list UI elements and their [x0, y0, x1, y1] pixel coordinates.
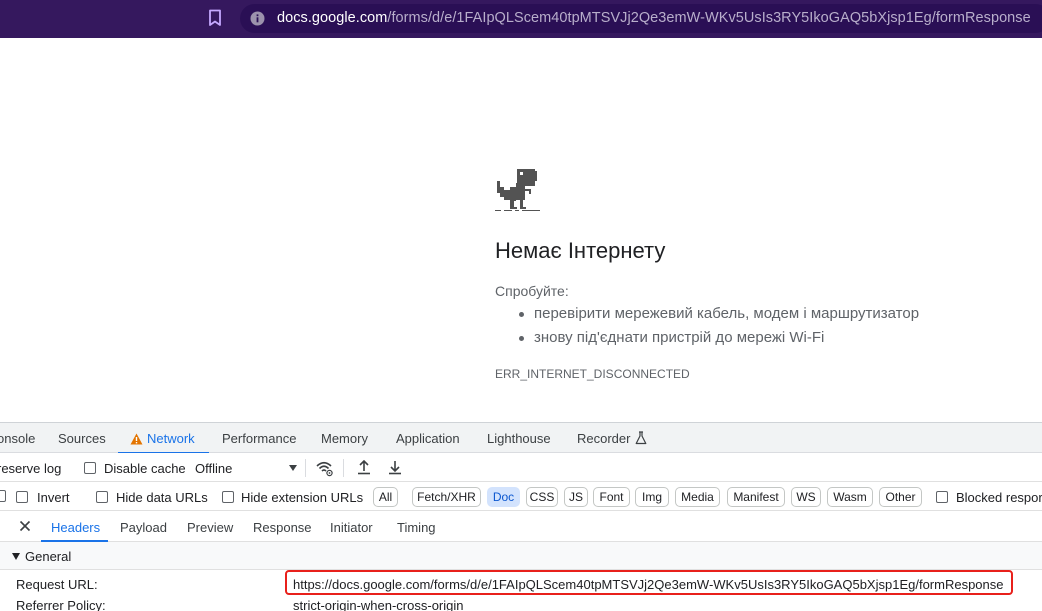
- browser-toolbar: docs.google.com/forms/d/e/1FAIpQLScem40t…: [0, 0, 1042, 38]
- url-text[interactable]: docs.google.com/forms/d/e/1FAIpQLScem40t…: [277, 10, 1031, 26]
- network-conditions-icon[interactable]: [315, 459, 333, 477]
- filter-chip-manifest[interactable]: Manifest: [727, 487, 785, 507]
- filter-chip-media[interactable]: Media: [675, 487, 720, 507]
- toolbar-divider: [343, 459, 344, 477]
- hide-extension-urls-checkbox[interactable]: [222, 491, 234, 503]
- filter-chip-other[interactable]: Other: [879, 487, 922, 507]
- blocked-requests-checkbox[interactable]: [936, 491, 948, 503]
- request-url-label: Request URL:: [16, 577, 98, 592]
- tab-performance[interactable]: Performance: [222, 431, 296, 446]
- devtools-tab-bar: onsole Sources Network Performance Memor…: [0, 422, 1042, 454]
- filter-chip-font[interactable]: Font: [593, 487, 630, 507]
- try-label: Спробуйте:: [495, 283, 569, 299]
- tab-payload[interactable]: Payload: [120, 520, 167, 535]
- hide-data-urls-checkbox[interactable]: [96, 491, 108, 503]
- filter-chip-fetch-xhr[interactable]: Fetch/XHR: [412, 487, 481, 507]
- filter-bar: Invert Hide data URLs Hide extension URL…: [0, 482, 1042, 511]
- experiment-flask-icon: [635, 431, 647, 445]
- filter-chip-all[interactable]: All: [373, 487, 398, 507]
- toolbar-divider: [305, 459, 306, 477]
- referrer-policy-value[interactable]: strict-origin-when-cross-origin: [293, 598, 464, 611]
- disable-cache-checkbox[interactable]: [84, 462, 96, 474]
- hide-data-urls-label[interactable]: Hide data URLs: [116, 490, 208, 505]
- filter-chip-img[interactable]: Img: [635, 487, 669, 507]
- invert-label[interactable]: Invert: [37, 490, 70, 505]
- filter-chip-wasm[interactable]: Wasm: [827, 487, 873, 507]
- url-host: docs.google.com: [277, 10, 388, 26]
- referrer-policy-label: Referrer Policy:: [16, 598, 106, 611]
- tab-timing[interactable]: Timing: [397, 520, 436, 535]
- general-section-label: General: [25, 549, 72, 564]
- chevron-down-icon[interactable]: [289, 465, 297, 471]
- tab-network[interactable]: Network: [147, 431, 195, 446]
- error-title: Немає Інтернету: [495, 238, 666, 263]
- network-toolbar: reserve log Disable cache Offline: [0, 453, 1042, 482]
- filter-chip-doc[interactable]: Doc: [487, 487, 520, 507]
- tab-memory[interactable]: Memory: [321, 431, 368, 446]
- request-details-tabs: Headers Payload Preview Response Initiat…: [0, 511, 1042, 542]
- suggestion-item: знову під'єднати пристрій до мережі Wi-F…: [515, 328, 919, 352]
- dinosaur-icon[interactable]: [495, 167, 543, 212]
- bookmark-icon[interactable]: [208, 9, 222, 27]
- blocked-requests-label[interactable]: Blocked respor: [956, 490, 1042, 505]
- tab-console[interactable]: onsole: [0, 431, 35, 446]
- suggestion-item: перевірити мережевий кабель, модем і мар…: [515, 304, 919, 328]
- filter-chip-ws[interactable]: WS: [791, 487, 821, 507]
- tab-response[interactable]: Response: [253, 520, 312, 535]
- tab-lighthouse[interactable]: Lighthouse: [487, 431, 551, 446]
- general-section-header[interactable]: General: [0, 542, 1042, 570]
- disable-cache-label[interactable]: Disable cache: [104, 461, 186, 476]
- filter-chip-js[interactable]: JS: [564, 487, 588, 507]
- tab-headers[interactable]: Headers: [51, 520, 100, 535]
- throttling-select[interactable]: Offline: [195, 461, 232, 476]
- tab-preview[interactable]: Preview: [187, 520, 233, 535]
- preserve-log-label[interactable]: reserve log: [0, 461, 61, 476]
- address-bar[interactable]: docs.google.com/forms/d/e/1FAIpQLScem40t…: [240, 4, 1042, 33]
- devtools-panel: onsole Sources Network Performance Memor…: [0, 422, 1042, 611]
- warning-icon: [130, 433, 143, 445]
- tab-recorder[interactable]: Recorder: [577, 431, 630, 446]
- tab-initiator[interactable]: Initiator: [330, 520, 373, 535]
- upload-import-icon[interactable]: [355, 458, 373, 476]
- site-info-icon[interactable]: [250, 11, 265, 26]
- suggestions-list: перевірити мережевий кабель, модем і мар…: [515, 304, 919, 352]
- highlight-annotation: [285, 570, 1013, 595]
- filter-input-edge[interactable]: [0, 490, 6, 502]
- tab-sources[interactable]: Sources: [58, 431, 106, 446]
- download-export-icon[interactable]: [386, 458, 404, 476]
- error-code: ERR_INTERNET_DISCONNECTED: [495, 367, 690, 381]
- hide-extension-urls-label[interactable]: Hide extension URLs: [241, 490, 363, 505]
- invert-checkbox[interactable]: [16, 491, 28, 503]
- caret-down-icon[interactable]: [12, 553, 20, 560]
- filter-chip-css[interactable]: CSS: [526, 487, 558, 507]
- url-path: /forms/d/e/1FAIpQLScem40tpMTSVJj2Qe3emW-…: [387, 10, 1031, 26]
- tab-application[interactable]: Application: [396, 431, 460, 446]
- close-icon[interactable]: [19, 520, 31, 532]
